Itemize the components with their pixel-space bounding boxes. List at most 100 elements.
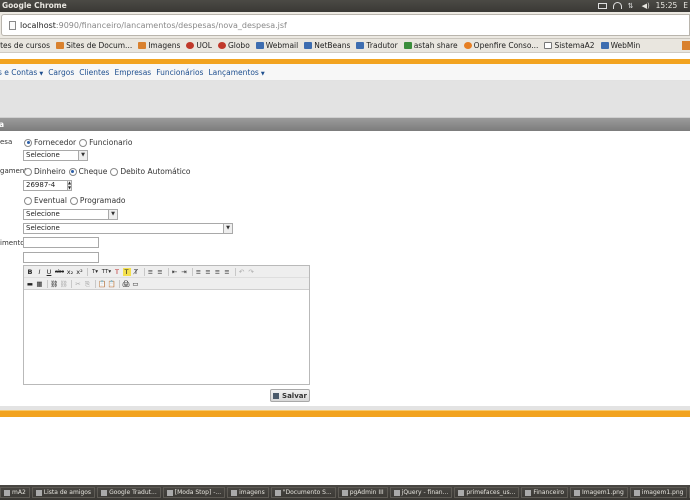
bookmark-item[interactable]: Imagens bbox=[138, 41, 180, 50]
select-categoria[interactable]: Selecione ▼ bbox=[23, 209, 118, 220]
volume-icon[interactable]: ◀) bbox=[642, 2, 650, 10]
bookmark-item[interactable]: Openfire Conso... bbox=[463, 41, 538, 50]
bookmark-item[interactable]: Sites de Docum... bbox=[56, 41, 132, 50]
menu-item[interactable]: Lançamentos ▼ bbox=[208, 68, 264, 77]
bookmark-item[interactable]: NetBeans bbox=[304, 41, 350, 50]
menu-item[interactable]: Cargos bbox=[48, 68, 74, 77]
bookmark-item[interactable]: Tradutor bbox=[356, 41, 398, 50]
strikethrough-icon[interactable]: abc bbox=[55, 268, 65, 276]
taskbar-item[interactable]: imagem1.png bbox=[629, 487, 688, 498]
select-pessoa[interactable]: Selecione ▼ bbox=[23, 150, 88, 161]
save-button[interactable]: Salvar bbox=[270, 389, 310, 402]
cheque-number-spinner[interactable]: ▲ ▼ bbox=[67, 180, 72, 191]
taskbar-item[interactable]: Google Tradut... bbox=[97, 487, 161, 498]
paste-icon[interactable]: 📋 bbox=[98, 280, 106, 288]
radio-group-frequencia[interactable]: Eventual Programado bbox=[24, 196, 129, 205]
radio-programado-control[interactable] bbox=[69, 196, 78, 205]
subscript-icon[interactable]: x₂ bbox=[66, 268, 74, 276]
image-icon[interactable]: ▦ bbox=[36, 280, 44, 288]
chevron-down-icon[interactable]: ▼ bbox=[223, 224, 232, 233]
taskbar-item[interactable]: jQuery - finan... bbox=[389, 487, 453, 498]
outdent-icon[interactable]: ⇤ bbox=[171, 268, 179, 276]
app-icon bbox=[274, 489, 281, 496]
menu-item[interactable]: Clientes bbox=[79, 68, 109, 77]
wifi-icon[interactable] bbox=[612, 2, 622, 9]
italic-icon[interactable]: I bbox=[36, 268, 44, 276]
align-right-icon[interactable]: ≡ bbox=[214, 268, 222, 276]
bold-icon[interactable]: B bbox=[26, 268, 34, 276]
radio-group-pagamento[interactable]: Dinheiro Cheque Debito Automático bbox=[24, 167, 194, 176]
taskbar-item[interactable]: "Documento S... bbox=[270, 487, 336, 498]
background-color-icon[interactable]: T bbox=[122, 267, 131, 276]
taskbar-item[interactable]: Imagem1.png bbox=[570, 487, 628, 498]
address-bar[interactable]: localhost:9090/financeiro/lancamentos/de… bbox=[1, 14, 690, 36]
bookmark-item[interactable]: astah share bbox=[403, 41, 458, 50]
remove-format-icon[interactable]: T̸ bbox=[132, 268, 140, 276]
menu-item[interactable]: s e Contas ▼ bbox=[0, 68, 43, 77]
folder-icon bbox=[56, 42, 65, 49]
align-center-icon[interactable]: ≡ bbox=[204, 268, 212, 276]
radio-debito-control[interactable] bbox=[110, 167, 119, 176]
font-size-icon[interactable]: TT▾ bbox=[102, 268, 112, 276]
bookmark-label: ites de cursos bbox=[0, 41, 51, 50]
vencimento-field[interactable] bbox=[23, 237, 99, 248]
taskbar-item[interactable]: pgAdmin III bbox=[337, 487, 388, 498]
valor-field[interactable] bbox=[23, 252, 99, 263]
align-left-icon[interactable]: ≡ bbox=[195, 268, 203, 276]
bookmark-item[interactable]: UOL bbox=[186, 41, 212, 50]
bookmark-label: WebMin bbox=[610, 41, 641, 50]
clock[interactable]: 15:25 bbox=[656, 1, 678, 10]
cut-icon[interactable]: ✂ bbox=[74, 280, 82, 288]
chevron-down-icon[interactable]: ▼ bbox=[78, 151, 87, 160]
superscript-icon[interactable]: x² bbox=[76, 268, 84, 276]
mail-icon[interactable] bbox=[597, 3, 607, 9]
font-color-icon[interactable]: T bbox=[113, 268, 121, 276]
menu-item[interactable]: Empresas bbox=[114, 68, 151, 77]
unlink-icon[interactable]: ⛓ bbox=[60, 280, 68, 288]
user-menu[interactable]: E bbox=[683, 1, 688, 10]
taskbar-item[interactable]: mA2 bbox=[0, 487, 30, 498]
bookmark-item[interactable]: WebMin bbox=[600, 41, 641, 50]
rich-text-editor[interactable]: B I Uabc x₂ x² T▾ TT▾ T T T̸ ≡ ≡ ⇤ ⇥ ≡ ≡ ≡ ≡ ↶ ↷ ▬ ▦ ⛓ ⛓ ✂ ⎘ 📋 📋 🖨 ▭ bbox=[23, 265, 310, 385]
bookmark-item[interactable]: Webmail bbox=[255, 41, 298, 50]
bookmark-item[interactable]: Globo bbox=[217, 41, 250, 50]
folder-icon[interactable] bbox=[682, 41, 690, 50]
radio-fornecedor[interactable]: Fornecedor Funcionario bbox=[24, 138, 135, 147]
print-icon[interactable]: 🖨 bbox=[122, 280, 130, 288]
font-family-icon[interactable]: T▾ bbox=[90, 268, 100, 276]
source-icon[interactable]: ▭ bbox=[132, 280, 140, 288]
menu-item[interactable]: Funcionários bbox=[156, 68, 203, 77]
horizontal-rule-icon[interactable]: ▬ bbox=[26, 280, 34, 288]
cheque-number-field[interactable]: 26987-4 bbox=[23, 180, 68, 191]
copy-icon[interactable]: ⎘ bbox=[84, 280, 92, 288]
link-icon[interactable]: ⛓ bbox=[50, 280, 58, 288]
indent-icon[interactable]: ⇥ bbox=[180, 268, 188, 276]
toolbar-separator bbox=[119, 279, 120, 288]
taskbar-item[interactable]: [Moda Stop] -... bbox=[162, 487, 226, 498]
radio-fornecedor-control[interactable] bbox=[24, 138, 32, 147]
radio-funcionario-control[interactable] bbox=[79, 138, 88, 147]
select-conta[interactable]: Selecione ▼ bbox=[23, 223, 233, 234]
bookmark-item[interactable]: ites de cursos bbox=[0, 41, 50, 50]
url-text[interactable]: localhost:9090/financeiro/lancamentos/de… bbox=[20, 21, 287, 30]
globe-icon bbox=[217, 42, 226, 49]
radio-dinheiro-control[interactable] bbox=[24, 167, 32, 176]
network-arrows-icon[interactable]: ⇅ bbox=[628, 2, 636, 10]
paste-text-icon[interactable]: 📋 bbox=[108, 280, 116, 288]
taskbar-item[interactable]: primefaces_us... bbox=[454, 487, 520, 498]
undo-icon[interactable]: ↶ bbox=[238, 268, 246, 276]
bookmark-item[interactable]: SistemaA2 bbox=[544, 41, 595, 50]
radio-eventual-control[interactable] bbox=[24, 196, 32, 205]
bookmark-label: SistemaA2 bbox=[554, 41, 595, 50]
chevron-down-icon[interactable]: ▼ bbox=[108, 210, 117, 219]
redo-icon[interactable]: ↷ bbox=[247, 268, 255, 276]
bulleted-list-icon[interactable]: ≡ bbox=[147, 268, 155, 276]
radio-cheque-control[interactable] bbox=[68, 167, 77, 176]
underline-icon[interactable]: U bbox=[45, 268, 53, 276]
taskbar-item[interactable]: Financeiro bbox=[521, 487, 569, 498]
justify-icon[interactable]: ≡ bbox=[223, 268, 231, 276]
taskbar-item[interactable]: Lista de amigos bbox=[31, 487, 96, 498]
numbered-list-icon[interactable]: ≡ bbox=[156, 268, 164, 276]
taskbar-item[interactable]: imagens bbox=[227, 487, 269, 498]
os-top-bar: Google Chrome ⇅ ◀) 15:25 E bbox=[0, 0, 690, 12]
